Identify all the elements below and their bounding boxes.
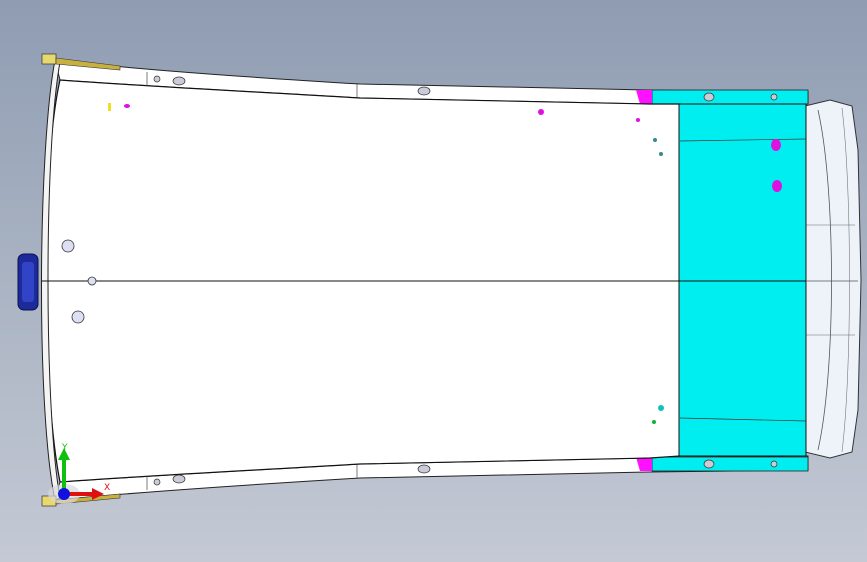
teal-feature[interactable]: [659, 152, 663, 156]
panel-hole[interactable]: [87, 276, 97, 286]
green-feature[interactable]: [652, 420, 656, 424]
roof-panel-model[interactable]: [0, 0, 867, 562]
rail-hole[interactable]: [172, 474, 186, 484]
magenta-feature[interactable]: [636, 118, 640, 122]
rail-hole[interactable]: [153, 478, 161, 486]
magenta-feature[interactable]: [538, 109, 544, 115]
coordinate-triad: Y X: [48, 443, 110, 504]
rail-hole[interactable]: [153, 75, 161, 83]
cad-viewport[interactable]: Y X: [0, 0, 867, 562]
teal-feature[interactable]: [653, 138, 657, 142]
rail-hole[interactable]: [172, 76, 186, 86]
teal-feature[interactable]: [658, 405, 664, 411]
y-axis-label: Y: [61, 443, 68, 453]
x-axis-label: X: [104, 483, 110, 493]
x-axis-head: [92, 488, 104, 500]
top-rail-cyan-segment[interactable]: [651, 89, 809, 105]
rail-hole[interactable]: [703, 459, 715, 469]
yellow-feature[interactable]: [108, 103, 111, 111]
rail-hole[interactable]: [770, 460, 778, 468]
panel-hole[interactable]: [61, 239, 75, 253]
rail-hole[interactable]: [703, 92, 715, 102]
front-emblem-inner: [22, 262, 34, 302]
magenta-feature[interactable]: [124, 104, 130, 108]
magenta-feature[interactable]: [772, 180, 782, 192]
roof-rear-cyan-panel[interactable]: [678, 103, 807, 457]
bottom-rail-cyan-segment[interactable]: [651, 456, 809, 472]
rear-cap[interactable]: [804, 99, 862, 459]
magenta-feature[interactable]: [771, 139, 781, 151]
z-axis-dot: [58, 488, 70, 500]
rail-hole[interactable]: [770, 93, 778, 101]
rail-hole[interactable]: [417, 464, 431, 474]
rail-hole[interactable]: [417, 86, 431, 96]
panel-hole[interactable]: [71, 310, 85, 324]
